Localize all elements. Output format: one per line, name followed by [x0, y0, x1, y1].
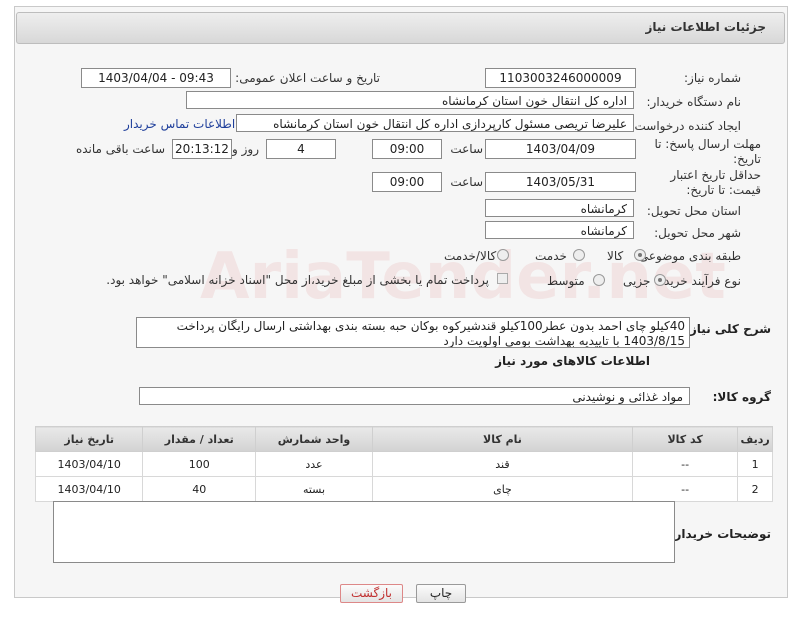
- cell-qty: 40: [142, 476, 257, 502]
- description-label: شرح کلی نیاز:: [685, 322, 771, 336]
- col-code: کد کالا: [631, 426, 739, 452]
- description-line-1: 40کیلو چای احمد بدون عطر100کیلو قندشیرکو…: [176, 319, 685, 333]
- cell-qty: 100: [142, 451, 257, 477]
- cell-unit: بسته: [255, 476, 373, 502]
- cell-name: قند: [371, 451, 633, 477]
- process-radio-minor[interactable]: [654, 274, 666, 286]
- process-label: نوع فرآیند خرید :: [656, 274, 741, 288]
- remaining-time-label: ساعت باقی مانده: [75, 142, 165, 156]
- page-title: جزئیات اطلاعات نیاز: [645, 20, 766, 34]
- cell-row: 1: [737, 451, 773, 477]
- page-header: جزئیات اطلاعات نیاز: [16, 12, 785, 44]
- buyer-org-field[interactable]: اداره کل انتقال خون استان کرمانشاه: [186, 91, 634, 109]
- col-unit: واحد شمارش: [255, 426, 373, 452]
- price-validity-time-label: ساعت: [450, 175, 483, 189]
- reply-time-field[interactable]: 09:00: [372, 139, 442, 159]
- table-header-row: ردیف کد کالا نام کالا واحد شمارش تعداد /…: [34, 426, 773, 452]
- cell-date: 1403/04/10: [34, 451, 144, 477]
- cell-row: 2: [737, 476, 773, 502]
- cell-code: --: [631, 476, 739, 502]
- col-date: تاریخ نیاز: [34, 426, 144, 452]
- price-validity-label: حداقل تاریخ اعتبار قیمت: تا تاریخ:: [670, 168, 761, 197]
- goods-section-title: اطلاعات کالاهای مورد نیاز: [495, 354, 650, 368]
- remaining-time-field[interactable]: 20:13:12: [172, 139, 232, 159]
- days-label: روز و: [232, 142, 259, 156]
- description-textarea[interactable]: 40کیلو چای احمد بدون عطر100کیلو قندشیرکو…: [136, 317, 690, 348]
- creator-field[interactable]: علیرضا تریصی مسئول کارپردازی اداره کل ان…: [236, 114, 634, 132]
- price-validity-date-field[interactable]: 1403/05/31: [485, 172, 636, 192]
- table-row[interactable]: 1 -- قند عدد 100 1403/04/10: [34, 451, 773, 477]
- print-button[interactable]: چاپ: [416, 584, 466, 603]
- subject-radio-goods-service[interactable]: [497, 249, 509, 261]
- subject-radio-service[interactable]: [573, 249, 585, 261]
- buyer-contact-link[interactable]: اطلاعات تماس خریدار: [124, 117, 235, 131]
- table-row[interactable]: 2 -- چای بسته 40 1403/04/10: [34, 476, 773, 502]
- cell-code: --: [631, 451, 739, 477]
- goods-group-label: گروه کالا:: [712, 390, 771, 404]
- creator-label: ایجاد کننده درخواست:: [630, 119, 741, 133]
- reply-time-label: ساعت: [450, 142, 483, 156]
- subject-radio-goods[interactable]: [634, 249, 646, 261]
- col-qty: تعداد / مقدار: [142, 426, 257, 452]
- description-line-2: 1403/8/15 با تاییدیه بهداشت بومی اولویت …: [443, 334, 685, 348]
- buyer-notes-label: توضیحات خریدار:: [669, 527, 771, 541]
- treasury-payment-note: پرداخت تمام یا بخشی از مبلغ خرید،از محل …: [106, 273, 489, 287]
- delivery-city-field[interactable]: کرمانشاه: [485, 221, 634, 239]
- goods-group-field[interactable]: مواد غذائی و نوشیدنی: [139, 387, 690, 405]
- price-validity-time-field[interactable]: 09:00: [372, 172, 442, 192]
- announce-label: تاریخ و ساعت اعلان عمومی:: [235, 71, 380, 85]
- subject-option-goods-service: کالا/خدمت: [444, 249, 497, 263]
- delivery-city-label: شهر محل تحویل:: [654, 226, 741, 240]
- subject-option-goods: کالا: [607, 249, 624, 263]
- goods-table: ردیف کد کالا نام کالا واحد شمارش تعداد /…: [34, 426, 773, 502]
- cell-name: چای: [371, 476, 633, 502]
- goods-table-wrap: ردیف کد کالا نام کالا واحد شمارش تعداد /…: [34, 426, 773, 502]
- back-button[interactable]: بازگشت: [340, 584, 403, 603]
- process-radio-medium[interactable]: [593, 274, 605, 286]
- buyer-org-label: نام دستگاه خریدار:: [646, 95, 742, 109]
- buyer-notes-textarea[interactable]: [53, 501, 675, 563]
- days-remaining-field[interactable]: 4: [266, 139, 336, 159]
- col-row: ردیف: [737, 426, 773, 452]
- subject-option-service: خدمت: [535, 249, 567, 263]
- delivery-province-field[interactable]: کرمانشاه: [485, 199, 634, 217]
- process-option-minor: جزیی: [623, 274, 651, 288]
- treasury-payment-checkbox[interactable]: [497, 273, 508, 284]
- announce-datetime-field[interactable]: 1403/04/04 - 09:43: [81, 68, 231, 88]
- col-name: نام کالا: [371, 426, 633, 452]
- need-number-field[interactable]: 1103003246000009: [485, 68, 636, 88]
- delivery-province-label: استان محل تحویل:: [646, 204, 741, 218]
- process-option-medium: متوسط: [547, 274, 585, 288]
- subject-label: طبقه بندی موضوعی:: [634, 249, 741, 263]
- cell-date: 1403/04/10: [34, 476, 144, 502]
- need-number-label: شماره نیاز:: [684, 71, 741, 85]
- reply-deadline-label: مهلت ارسال پاسخ: تا تاریخ:: [654, 137, 761, 166]
- reply-date-field[interactable]: 1403/04/09: [485, 139, 636, 159]
- cell-unit: عدد: [255, 451, 373, 477]
